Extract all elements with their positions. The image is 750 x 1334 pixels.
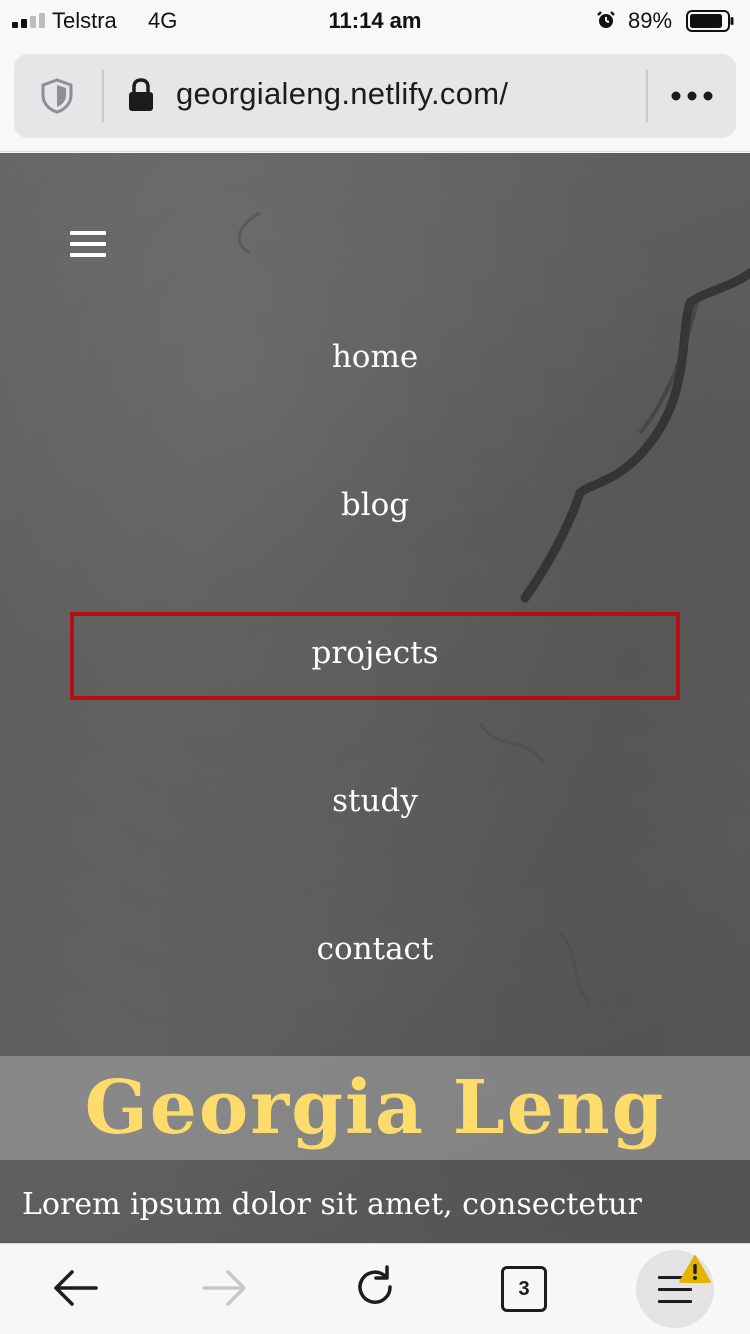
hamburger-icon[interactable] bbox=[70, 231, 106, 257]
site-title: Georgia Leng bbox=[84, 1065, 666, 1151]
forward-icon[interactable] bbox=[202, 1268, 248, 1308]
tabs-button[interactable]: 3 bbox=[501, 1266, 547, 1312]
lock-icon bbox=[129, 78, 153, 111]
reload-icon[interactable] bbox=[352, 1264, 398, 1310]
intro-text: Lorem ipsum dolor sit amet, consectetur bbox=[22, 1187, 642, 1222]
alarm-icon bbox=[597, 11, 615, 28]
browser-toolbar: 3 bbox=[0, 1243, 750, 1334]
nav-item-projects[interactable]: projects bbox=[0, 635, 750, 671]
address-bar[interactable]: georgialeng.netlify.com/ bbox=[14, 54, 736, 138]
menu-button[interactable] bbox=[636, 1250, 714, 1328]
nav-item-contact[interactable]: contact bbox=[0, 931, 750, 967]
url-text[interactable]: georgialeng.netlify.com/ bbox=[176, 76, 508, 112]
url-divider bbox=[646, 70, 648, 122]
web-page: home blog projects study contact Georgia… bbox=[0, 153, 750, 1243]
url-divider bbox=[102, 70, 104, 122]
browser-address-area: georgialeng.netlify.com/ bbox=[0, 42, 750, 152]
status-bar: Telstra 4G 11:14 am 89% bbox=[0, 0, 750, 42]
nav-item-study[interactable]: study bbox=[0, 783, 750, 819]
shield-icon[interactable] bbox=[40, 78, 74, 114]
nav-item-blog[interactable]: blog bbox=[0, 487, 750, 523]
back-icon[interactable] bbox=[52, 1268, 98, 1308]
warning-icon bbox=[679, 1255, 711, 1283]
nav-item-home[interactable]: home bbox=[0, 339, 750, 375]
more-icon[interactable] bbox=[670, 90, 714, 102]
battery-percentage: 89% bbox=[628, 8, 673, 33]
battery-icon bbox=[686, 10, 734, 32]
